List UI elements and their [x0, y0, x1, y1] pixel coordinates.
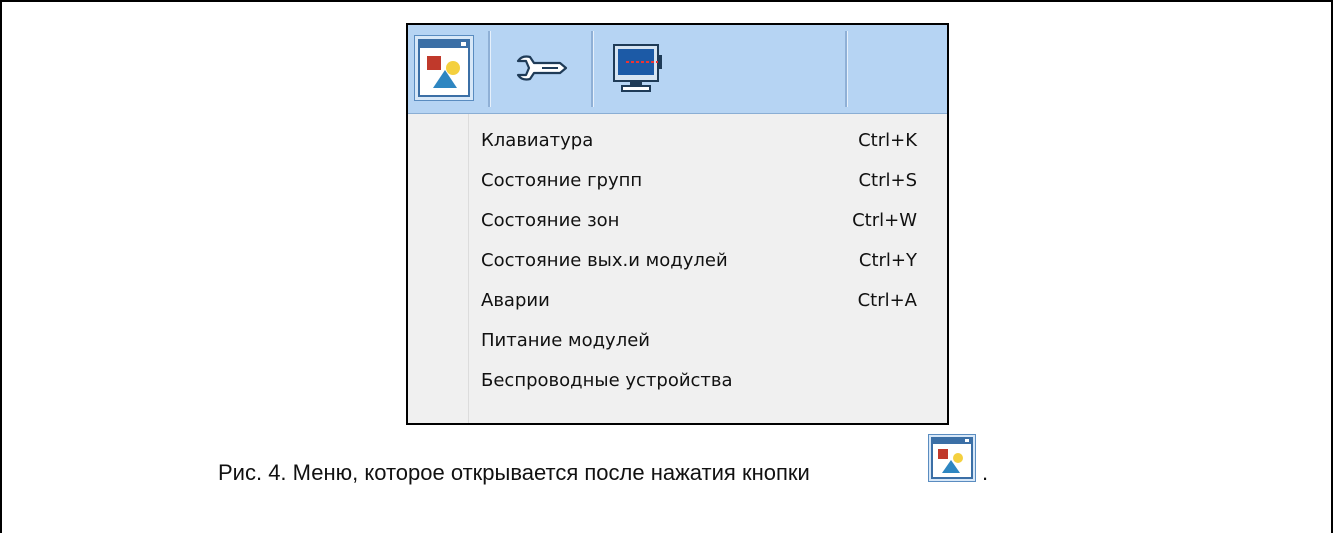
menu-item-troubles[interactable]: Аварии Ctrl+A [469, 280, 947, 320]
menu-item-modules-power[interactable]: Питание модулей [469, 320, 947, 360]
menu-item-label: Аварии [481, 290, 550, 311]
menu-item-shortcut: Ctrl+Y [858, 250, 917, 271]
figure-caption: Рис. 4. Меню, которое открывается после … [218, 460, 810, 485]
monitor-icon[interactable] [606, 35, 672, 101]
menu-item-keyboard[interactable]: Клавиатура Ctrl+K [469, 120, 947, 160]
menu-item-partitions-state[interactable]: Состояние групп Ctrl+S [469, 160, 947, 200]
caption-period: . [982, 460, 989, 485]
wrench-icon[interactable] [512, 35, 572, 101]
menu-item-shortcut: Ctrl+W [852, 210, 917, 231]
window-image-icon[interactable] [414, 35, 474, 101]
page-frame-left [0, 0, 2, 533]
menu-item-label: Состояние зон [481, 210, 620, 231]
toolbar-separator [845, 31, 848, 107]
menu-screenshot: Клавиатура Ctrl+K Состояние групп Ctrl+S… [406, 23, 949, 425]
menu-item-shortcut: Ctrl+A [857, 290, 917, 311]
toolbar-separator [591, 31, 594, 107]
menu-item-shortcut: Ctrl+K [858, 130, 917, 151]
menu-item-label: Состояние групп [481, 170, 643, 191]
toolbar-separator [488, 31, 491, 107]
toolbar [408, 25, 947, 114]
menu-item-wireless-devices[interactable]: Беспроводные устройства [469, 360, 947, 400]
menu-item-outputs-modules-state[interactable]: Состояние вых.и модулей Ctrl+Y [469, 240, 947, 280]
menu-item-label: Клавиатура [481, 130, 594, 151]
menu-item-label: Беспроводные устройства [481, 370, 733, 391]
menu-item-zones-state[interactable]: Состояние зон Ctrl+W [469, 200, 947, 240]
menu-item-shortcut: Ctrl+S [858, 170, 917, 191]
dropdown-menu: Клавиатура Ctrl+K Состояние групп Ctrl+S… [408, 114, 947, 423]
menu-item-label: Состояние вых.и модулей [481, 250, 728, 271]
window-image-icon [928, 434, 976, 482]
page-frame-top [0, 0, 1333, 2]
menu-item-label: Питание модулей [481, 330, 650, 351]
